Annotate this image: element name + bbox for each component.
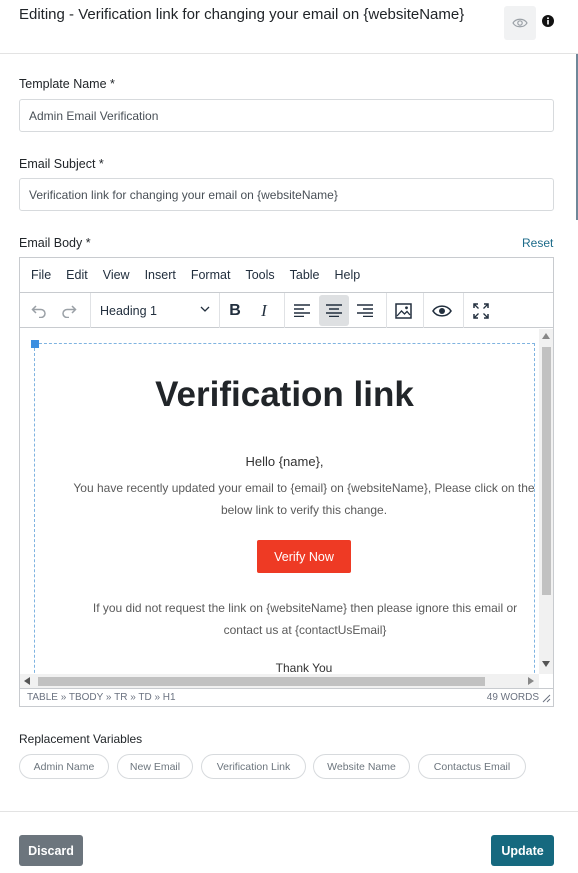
align-right-icon: [357, 304, 373, 317]
footer-divider: [0, 811, 578, 812]
menu-insert[interactable]: Insert: [145, 268, 176, 282]
editor-menubar: File Edit View Insert Format Tools Table…: [20, 258, 553, 293]
email-heading: Verification link: [155, 375, 414, 414]
variable-chip-website-name[interactable]: Website Name: [313, 754, 410, 779]
editor-toolbar: Heading 1 B I: [20, 293, 553, 328]
block-format-select[interactable]: Heading 1: [100, 298, 210, 323]
eye-icon: [512, 18, 528, 28]
rich-text-editor: File Edit View Insert Format Tools Table…: [19, 257, 554, 707]
toolbar-divider: [463, 293, 464, 328]
variable-chip-contactus-email[interactable]: Contactus Email: [418, 754, 526, 779]
editor-content-area[interactable]: Verification link Hello {name}, You have…: [20, 329, 553, 688]
menu-edit[interactable]: Edit: [66, 268, 88, 282]
menu-table[interactable]: Table: [290, 268, 320, 282]
fullscreen-button[interactable]: [467, 295, 495, 326]
align-left-button[interactable]: [288, 295, 316, 326]
update-button[interactable]: Update: [491, 835, 554, 866]
email-subject-value: Verification link for changing your emai…: [29, 187, 338, 202]
undo-button[interactable]: [26, 295, 52, 326]
scroll-left-icon: [24, 677, 30, 685]
toolbar-divider: [219, 293, 220, 328]
horizontal-scroll-thumb[interactable]: [38, 677, 485, 686]
editor-horizontal-scrollbar[interactable]: [20, 674, 539, 688]
bold-icon: B: [229, 301, 241, 319]
template-name-input[interactable]: Admin Email Verification: [19, 99, 554, 132]
chevron-down-icon: [200, 306, 210, 312]
page-title: Editing - Verification link for changing…: [19, 6, 465, 23]
element-path[interactable]: TABLE » TBODY » TR » TD » H1: [27, 692, 176, 703]
verify-now-button[interactable]: Verify Now: [257, 540, 351, 573]
image-icon: [394, 302, 412, 319]
email-subject-input[interactable]: Verification link for changing your emai…: [19, 178, 554, 211]
email-paragraph-1: You have recently updated your email to …: [73, 481, 535, 517]
discard-button[interactable]: Discard: [19, 835, 83, 866]
align-right-button[interactable]: [351, 295, 379, 326]
toolbar-divider: [423, 293, 424, 328]
redo-icon: [62, 304, 77, 318]
toolbar-divider: [386, 293, 387, 328]
block-format-value: Heading 1: [100, 303, 157, 318]
vertical-scroll-thumb[interactable]: [542, 347, 551, 595]
variable-chip-new-email[interactable]: New Email: [117, 754, 193, 779]
variable-chip-admin-name[interactable]: Admin Name: [19, 754, 109, 779]
email-greeting: Hello {name},: [245, 454, 324, 469]
menu-file[interactable]: File: [31, 268, 51, 282]
redo-button[interactable]: [56, 295, 82, 326]
align-center-icon: [326, 304, 342, 317]
resize-handle-icon[interactable]: [542, 694, 551, 703]
email-body-label: Email Body *: [19, 236, 91, 250]
scroll-right-icon: [528, 677, 534, 685]
info-icon[interactable]: [541, 14, 555, 28]
template-name-label: Template Name *: [19, 77, 115, 91]
menu-format[interactable]: Format: [191, 268, 231, 282]
menu-view[interactable]: View: [103, 268, 130, 282]
preview-toolbar-button[interactable]: [427, 295, 457, 326]
scroll-up-icon: [542, 333, 550, 339]
insert-image-button[interactable]: [389, 295, 417, 326]
editor-statusbar: TABLE » TBODY » TR » TD » H1 49 WORDS: [20, 688, 553, 706]
align-center-button[interactable]: [319, 295, 349, 326]
email-paragraph-2: If you did not request the link on {webs…: [92, 601, 518, 637]
italic-button[interactable]: I: [251, 295, 277, 326]
word-count: 49 WORDS: [486, 692, 539, 703]
menu-tools[interactable]: Tools: [245, 268, 274, 282]
scroll-down-icon: [542, 661, 550, 667]
menu-help[interactable]: Help: [335, 268, 361, 282]
bold-button[interactable]: B: [222, 295, 248, 326]
toolbar-divider: [90, 293, 91, 328]
undo-icon: [31, 304, 46, 318]
template-name-value: Admin Email Verification: [29, 108, 159, 123]
preview-button[interactable]: [504, 6, 536, 40]
preview-icon: [432, 304, 452, 317]
resize-handle[interactable]: [31, 340, 39, 348]
editor-vertical-scrollbar[interactable]: [539, 329, 553, 674]
italic-icon: I: [261, 300, 267, 320]
toolbar-divider: [284, 293, 285, 328]
fullscreen-icon: [473, 302, 489, 319]
variable-chip-verification-link[interactable]: Verification Link: [201, 754, 306, 779]
modal-header: Editing - Verification link for changing…: [0, 0, 578, 54]
replacement-variables-label: Replacement Variables: [19, 732, 143, 746]
reset-link[interactable]: Reset: [522, 236, 553, 250]
align-left-icon: [294, 304, 310, 317]
email-subject-label: Email Subject *: [19, 157, 104, 171]
